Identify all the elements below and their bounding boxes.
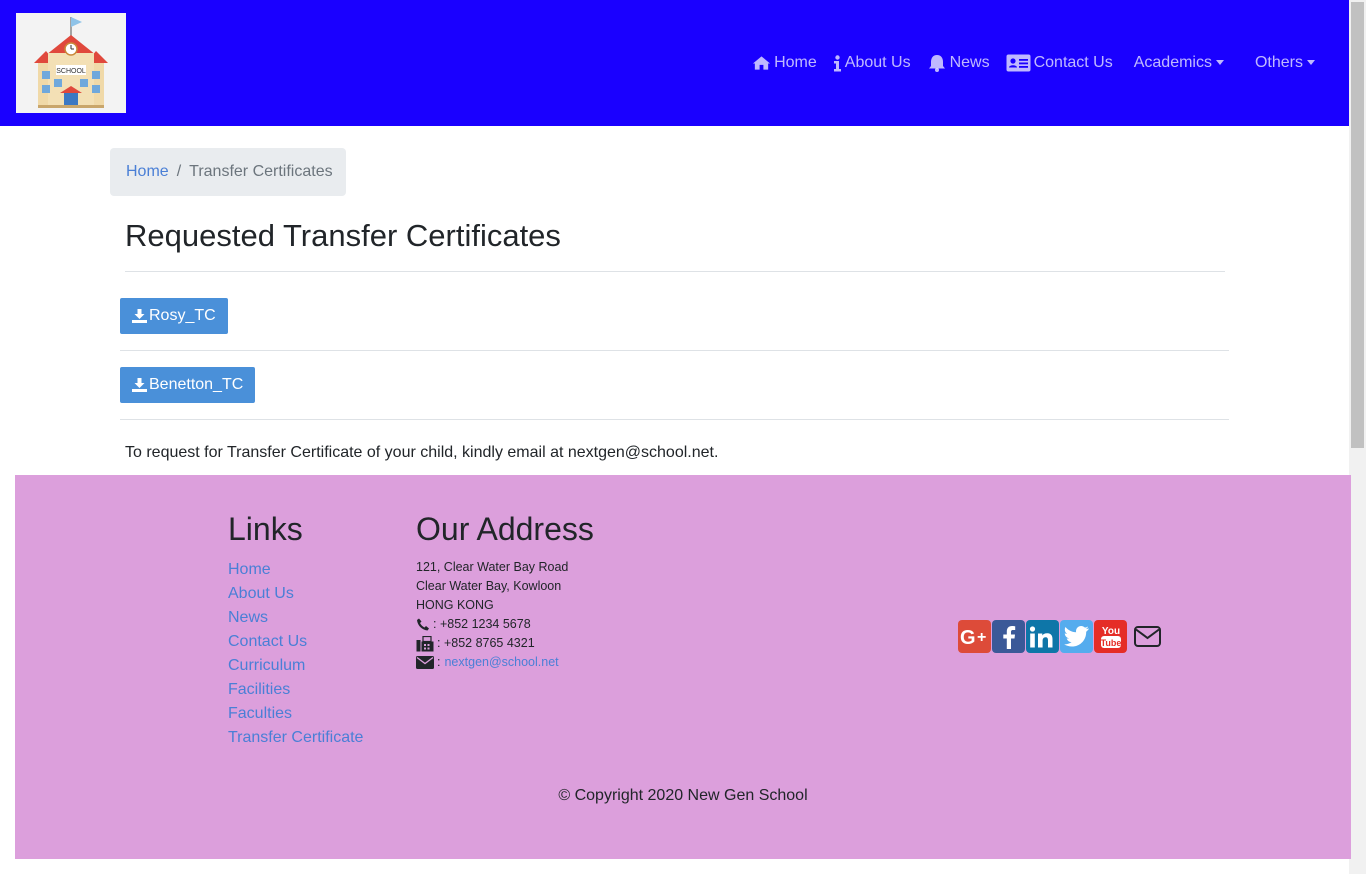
download-rosy-tc-label: Rosy_TC <box>149 307 216 324</box>
footer-link-curriculum[interactable]: Curriculum <box>228 654 363 678</box>
footer-link-about-us[interactable]: About Us <box>228 582 363 606</box>
nav-contact-label: Contact Us <box>1033 54 1113 71</box>
nav-others-label: Others <box>1254 54 1303 71</box>
bell-icon <box>928 55 945 72</box>
caret-down-icon <box>1307 59 1315 65</box>
phone-number: : +852 1234 5678 <box>433 617 531 631</box>
social-links: G + You Tube <box>958 620 1165 653</box>
facebook-icon[interactable] <box>992 620 1025 653</box>
nav-about[interactable]: About Us <box>833 54 911 72</box>
nav-news[interactable]: News <box>927 54 990 72</box>
nav-home[interactable]: Home <box>752 54 817 72</box>
footer-address-heading: Our Address <box>416 511 594 547</box>
svg-text:SCHOOL: SCHOOL <box>56 68 86 75</box>
download-icon <box>132 378 147 392</box>
address-card-icon <box>1006 54 1031 72</box>
school-logo[interactable]: SCHOOL <box>16 13 126 113</box>
nav-home-label: Home <box>774 54 817 71</box>
footer-links-list: Home About Us News Contact Us Curriculum… <box>228 558 363 750</box>
nav-news-label: News <box>949 54 990 71</box>
breadcrumb-home-link[interactable]: Home <box>126 163 169 181</box>
request-note: To request for Transfer Certificate of y… <box>125 444 719 461</box>
main-nav: Home About Us News Contact Us Academics … <box>736 50 1315 76</box>
navbar: SCHOOL Home About Us News Contact Us Aca… <box>0 0 1349 126</box>
download-rosy-tc-button[interactable]: Rosy_TC <box>120 298 228 334</box>
home-icon <box>753 56 771 70</box>
footer-address: 121, Clear Water Bay Road Clear Water Ba… <box>416 558 568 672</box>
svg-text:You: You <box>1101 626 1119 637</box>
page-scrollbar[interactable] <box>1349 0 1366 874</box>
fax-number: : +852 8765 4321 <box>437 636 535 650</box>
breadcrumb-current: Transfer Certificates <box>189 163 333 180</box>
svg-text:+: + <box>977 629 986 646</box>
email-prefix: : <box>437 655 441 669</box>
twitter-icon[interactable] <box>1060 620 1093 653</box>
download-icon <box>132 309 147 323</box>
list-divider <box>120 350 1229 351</box>
google-plus-icon[interactable]: G + <box>958 620 991 653</box>
address-line: Clear Water Bay, Kowloon <box>416 579 562 593</box>
breadcrumb-separator: / <box>176 163 182 180</box>
footer-link-facilities[interactable]: Facilities <box>228 678 363 702</box>
footer: Links Home About Us News Contact Us Curr… <box>15 475 1351 859</box>
footer-links-heading: Links <box>228 511 303 547</box>
envelope-icon <box>416 656 434 669</box>
svg-text:Tube: Tube <box>1100 638 1121 648</box>
fax-icon <box>416 635 434 651</box>
email-line: : nextgen@school.net <box>416 653 568 672</box>
list-divider <box>120 419 1229 420</box>
footer-link-home[interactable]: Home <box>228 558 363 582</box>
page-title: Requested Transfer Certificates <box>125 218 561 253</box>
nav-academics-label: Academics <box>1133 54 1212 71</box>
youtube-icon[interactable]: You Tube <box>1094 620 1127 653</box>
nav-academics-dropdown[interactable]: Academics <box>1134 54 1224 72</box>
nav-about-label: About Us <box>844 54 911 71</box>
footer-link-contact-us[interactable]: Contact Us <box>228 630 363 654</box>
phone-icon <box>417 618 429 631</box>
download-benetton-tc-button[interactable]: Benetton_TC <box>120 367 256 403</box>
address-line: 121, Clear Water Bay Road <box>416 560 569 574</box>
phone-line: : +852 1234 5678 <box>416 615 568 634</box>
envelope-icon[interactable] <box>1131 620 1164 653</box>
svg-text:G: G <box>960 627 976 647</box>
breadcrumb: Home / Transfer Certificates <box>110 148 346 196</box>
fax-line: : +852 8765 4321 <box>416 634 568 653</box>
address-line: HONG KONG <box>416 598 494 612</box>
copyright-text: © Copyright 2020 New Gen School <box>558 787 808 804</box>
download-benetton-tc-label: Benetton_TC <box>149 376 244 393</box>
footer-link-news[interactable]: News <box>228 606 363 630</box>
school-building-icon: SCHOOL <box>34 17 108 108</box>
title-divider <box>125 271 1225 272</box>
nav-others-dropdown[interactable]: Others <box>1255 54 1315 72</box>
scrollbar-thumb[interactable] <box>1351 2 1364 448</box>
footer-email-link[interactable]: nextgen@school.net <box>444 653 558 672</box>
footer-link-transfer-certificate[interactable]: Transfer Certificate <box>228 726 363 750</box>
info-icon <box>833 54 841 71</box>
linkedin-icon[interactable] <box>1026 620 1059 653</box>
footer-link-faculties[interactable]: Faculties <box>228 702 363 726</box>
nav-contact[interactable]: Contact Us <box>1006 54 1113 72</box>
caret-down-icon <box>1215 59 1224 65</box>
